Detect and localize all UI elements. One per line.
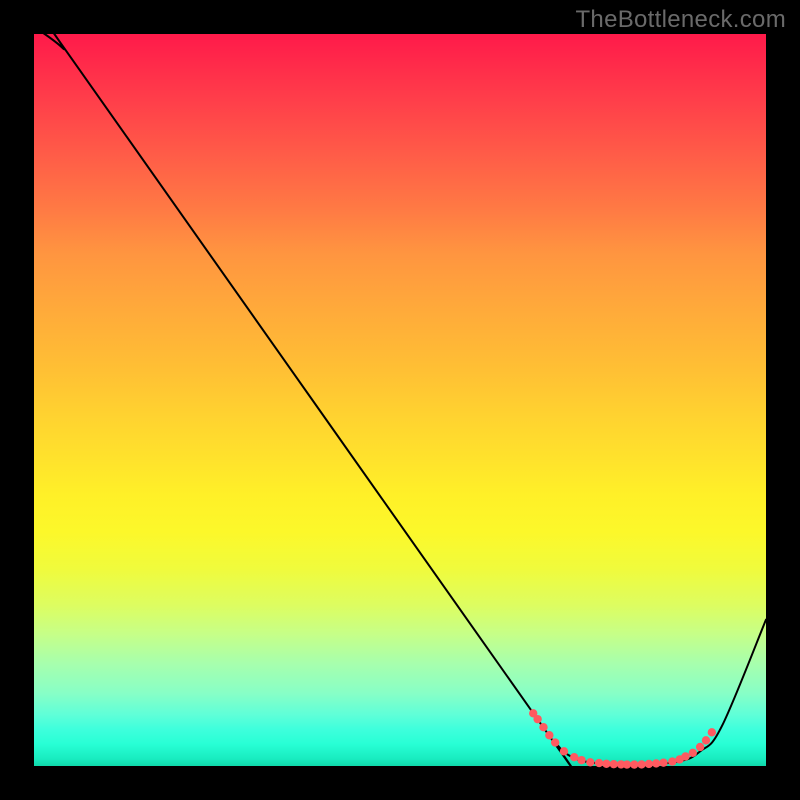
data-point-dot — [551, 738, 559, 746]
bottleneck-dots-group — [529, 709, 716, 769]
data-point-dot — [708, 728, 716, 736]
data-point-dot — [595, 759, 603, 767]
gradient-plot-background — [34, 34, 766, 766]
data-point-dot — [539, 723, 547, 731]
data-point-dot — [545, 731, 553, 739]
watermark-text: TheBottleneck.com — [575, 6, 786, 34]
data-point-dot — [689, 749, 697, 757]
data-point-dot — [681, 752, 689, 760]
data-point-dot — [623, 760, 631, 768]
data-point-dot — [696, 743, 704, 751]
data-point-dot — [610, 760, 618, 768]
data-point-dot — [630, 760, 638, 768]
data-point-dot — [637, 760, 645, 768]
data-point-dot — [602, 760, 610, 768]
data-point-dot — [570, 753, 578, 761]
data-point-dot — [586, 758, 594, 766]
data-point-dot — [645, 760, 653, 768]
data-point-dot — [702, 736, 710, 744]
data-point-dot — [577, 756, 585, 764]
data-point-dot — [560, 747, 568, 755]
chart-svg — [34, 34, 766, 766]
bottleneck-curve-line — [34, 19, 766, 771]
data-point-dot — [652, 759, 660, 767]
data-point-dot — [533, 715, 541, 723]
data-point-dot — [659, 759, 667, 767]
data-point-dot — [668, 757, 676, 765]
